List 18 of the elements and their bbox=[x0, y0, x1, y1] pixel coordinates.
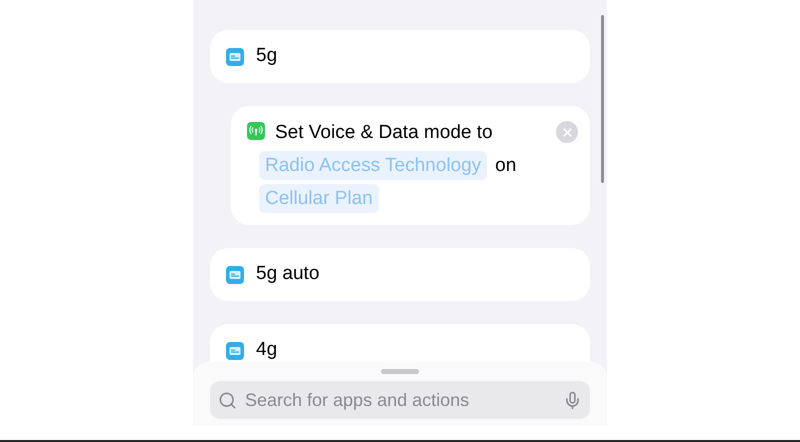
variable-card[interactable]: 5g auto bbox=[210, 248, 590, 301]
search-input[interactable]: Search for apps and actions bbox=[245, 386, 555, 414]
antenna-icon bbox=[247, 122, 265, 140]
variable-icon bbox=[226, 342, 244, 360]
sheet-handle[interactable] bbox=[381, 369, 419, 374]
microphone-icon[interactable] bbox=[563, 390, 582, 410]
search-icon bbox=[218, 390, 237, 410]
variable-label: 4g bbox=[256, 338, 278, 362]
action-text: on bbox=[495, 154, 516, 178]
search-field[interactable]: Search for apps and actions bbox=[210, 381, 590, 419]
variable-card[interactable]: 5g bbox=[210, 30, 590, 83]
remove-button[interactable] bbox=[556, 121, 578, 143]
close-icon bbox=[560, 126, 574, 138]
variable-label: 5g bbox=[256, 44, 278, 68]
variable-label: 5g auto bbox=[256, 262, 320, 286]
variable-icon bbox=[226, 48, 244, 66]
action-text: Set Voice & Data mode to bbox=[275, 121, 493, 145]
variable-icon bbox=[226, 266, 244, 284]
